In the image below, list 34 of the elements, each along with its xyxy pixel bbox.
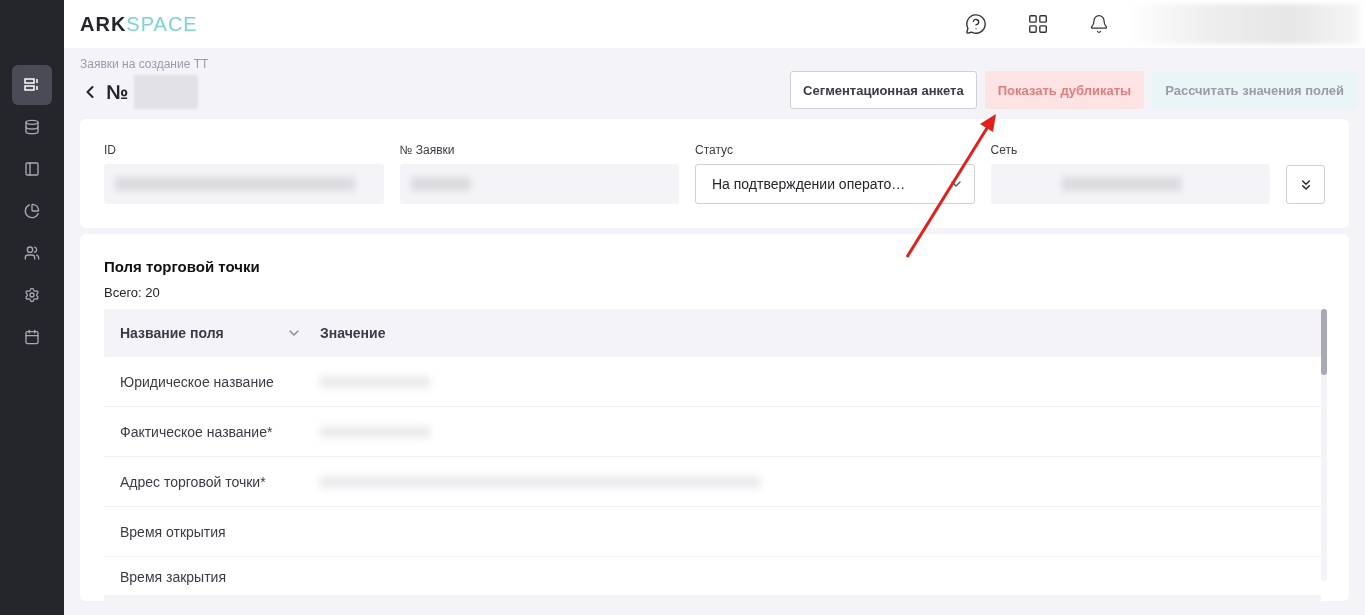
breadcrumb-link[interactable]: Заявки на создание ТТ: [80, 57, 209, 71]
column-header: Название поля: [120, 325, 224, 341]
table-cell-text: Время закрытия: [119, 568, 227, 587]
table-cell-text: Время открытия: [119, 522, 227, 542]
database-icon: [24, 119, 40, 135]
table-cell-text: Юридическое название: [119, 372, 275, 392]
panel-icon: [24, 161, 40, 177]
table-cell-text: Фактическое название*: [119, 422, 274, 442]
field-label: ID: [104, 143, 117, 157]
apps-button[interactable]: [1027, 13, 1049, 35]
input-field[interactable]: [399, 164, 679, 204]
field-label: Статус: [695, 143, 734, 157]
input-field[interactable]: [104, 164, 384, 204]
input-field[interactable]: [990, 164, 1270, 204]
users-icon: [24, 245, 40, 261]
status-select[interactable]: На подтверждении операто…: [695, 164, 975, 204]
sidebar-item[interactable]: [12, 65, 52, 105]
total-count: Всего: 20: [104, 285, 161, 300]
section-title: Поля торговой точки: [104, 258, 261, 275]
scrollbar[interactable]: [1321, 309, 1327, 581]
logo: ARKSPACE: [80, 12, 198, 36]
page-title: №: [106, 80, 129, 104]
column-header: Значение: [320, 325, 386, 341]
field-label: № Заявки: [399, 143, 456, 157]
field-label: Сеть: [990, 143, 1019, 157]
table-cell-text: Адрес торговой точки*: [119, 472, 267, 492]
help-chat-button[interactable]: [965, 13, 987, 35]
pie-chart-icon: [24, 203, 40, 219]
expand-button[interactable]: [1286, 165, 1325, 204]
settings-icon: [24, 287, 40, 303]
action-button[interactable]: Сегментационная анкета: [790, 71, 977, 109]
calendar-icon: [24, 329, 40, 345]
notifications-button[interactable]: [1089, 14, 1109, 34]
list-icon: [24, 77, 40, 93]
